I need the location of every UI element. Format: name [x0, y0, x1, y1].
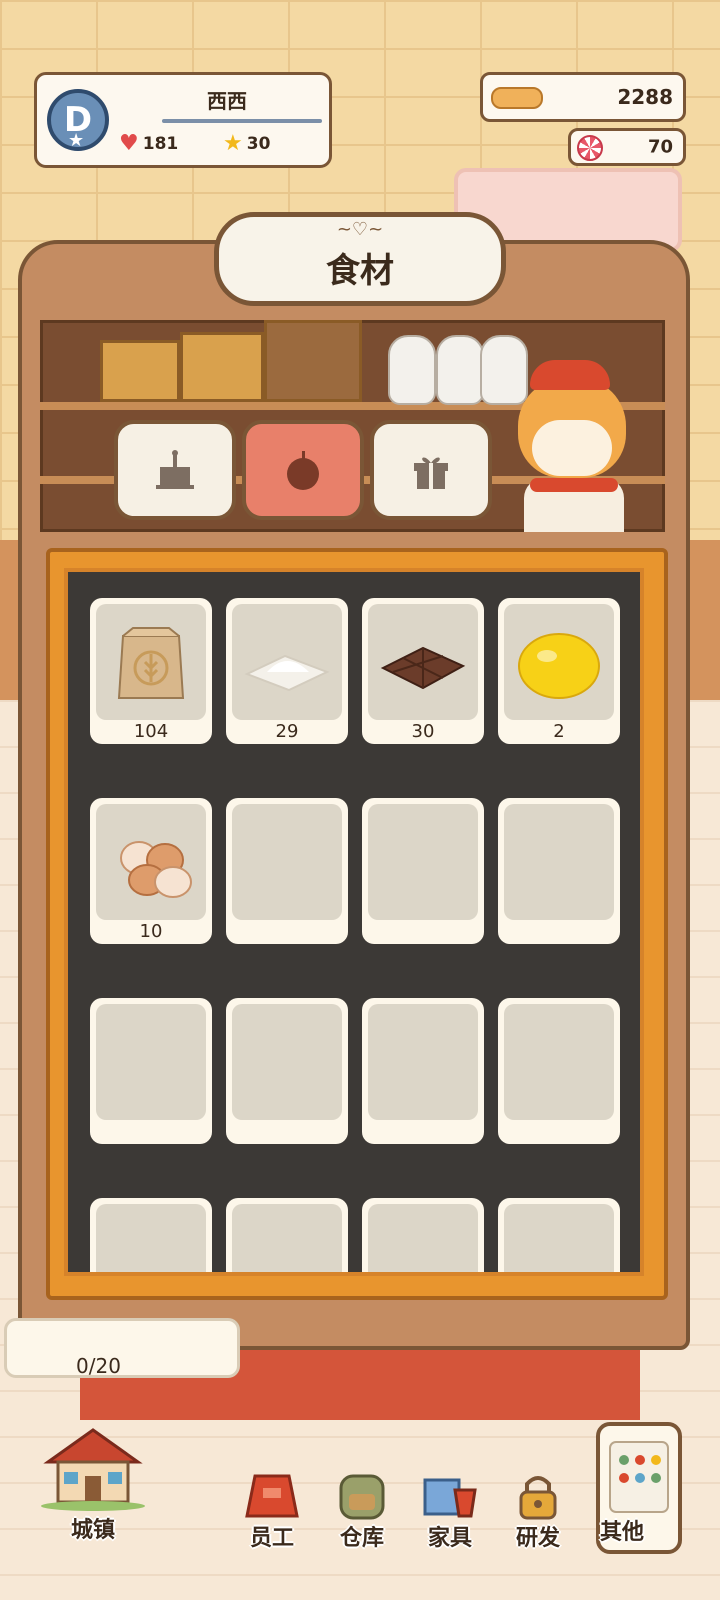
empty-slot[interactable] [498, 1198, 620, 1272]
empty-slot[interactable] [362, 798, 484, 944]
item-slot-inner [504, 1004, 614, 1120]
bone-count: 2288 [617, 85, 673, 109]
item-slot[interactable]: 104 [90, 598, 212, 744]
category-title-sign: ~♡~ 食材 [214, 212, 506, 306]
tab-ingredients[interactable] [242, 420, 364, 520]
item-slot[interactable]: 29 [226, 598, 348, 744]
crate [264, 320, 362, 402]
item-slot-inner [368, 804, 478, 920]
item-slot-inner [96, 604, 206, 720]
hearts-value: 181 [142, 133, 179, 154]
backpack-icon [339, 1474, 385, 1520]
item-slot-inner [232, 604, 342, 720]
heart-icon: ♥ [119, 131, 139, 156]
candy-count: 70 [647, 136, 673, 158]
item-count: 104 [133, 721, 169, 742]
lemon-icon [518, 633, 600, 699]
nav-other[interactable]: 其他 [596, 1422, 682, 1554]
eggs-icon [120, 841, 192, 898]
item-slot-inner [504, 804, 614, 920]
item-slot-inner [232, 1004, 342, 1120]
shiba-face [532, 420, 612, 476]
crate [180, 332, 264, 402]
nav-staff-label: 员工 [249, 1526, 294, 1551]
apple-icon [287, 451, 319, 490]
tab-desserts[interactable] [114, 420, 236, 520]
item-slot-inner [368, 604, 478, 720]
nav-furniture[interactable]: 家具 [408, 1470, 492, 1552]
flour-sack [480, 335, 528, 405]
empty-slot[interactable] [362, 1198, 484, 1272]
nav-research-label: 研发 [515, 1526, 560, 1551]
item-slot[interactable]: 10 [90, 798, 212, 944]
empty-slot[interactable] [226, 798, 348, 944]
flour-bag-icon [117, 627, 185, 699]
bone-icon [491, 87, 543, 109]
nav-town-label: 城镇 [70, 1518, 115, 1543]
nav-other-label: 其他 [600, 1520, 645, 1545]
sugar-icon [244, 654, 330, 692]
apron-icon [245, 1474, 299, 1518]
empty-slot[interactable] [498, 998, 620, 1144]
tab-gifts[interactable] [370, 420, 492, 520]
item-slot-inner [368, 1204, 478, 1272]
cake-icon [156, 450, 194, 489]
house-icon [41, 1428, 145, 1511]
item-slot-inner [232, 1204, 342, 1272]
player-profile-card[interactable]: D ★ 西西 ♥ 181 ★ 30 [34, 72, 332, 168]
item-slot-inner [368, 1004, 478, 1120]
capacity-text: 0/20 [76, 1354, 121, 1378]
item-slot-inner [232, 804, 342, 920]
hearts-stat: ♥ 181 [119, 131, 178, 156]
nav-furniture-label: 家具 [427, 1526, 472, 1551]
nav-warehouse-label: 仓库 [339, 1526, 384, 1551]
item-slot[interactable]: 2 [498, 598, 620, 744]
item-count: 30 [411, 721, 435, 742]
empty-slot[interactable] [498, 798, 620, 944]
item-slot-inner [96, 804, 206, 920]
bone-currency[interactable]: 2288 [480, 72, 686, 122]
paint-bucket-icon [423, 1478, 477, 1518]
item-slot-inner [504, 1204, 614, 1272]
empty-slot[interactable] [226, 998, 348, 1144]
flour-sack [388, 335, 436, 405]
gift-icon [414, 457, 448, 489]
candy-currency[interactable]: 70 [568, 128, 686, 166]
item-slot-inner [96, 1204, 206, 1272]
shiba-scarf [530, 478, 618, 492]
stars-value: 30 [246, 133, 271, 154]
nav-staff[interactable]: 员工 [230, 1470, 314, 1552]
empty-slot[interactable] [362, 998, 484, 1144]
lollipop-icon [577, 135, 603, 161]
item-count: 10 [139, 921, 163, 942]
ingredient-grid: 104 29 30 2 10 [64, 568, 644, 1276]
item-count: 29 [275, 721, 299, 742]
nav-research[interactable]: 研发 [496, 1470, 580, 1552]
item-count: 2 [553, 721, 565, 742]
crate [100, 340, 180, 402]
empty-slot[interactable] [90, 1198, 212, 1272]
name-underline [162, 119, 322, 123]
shiba-hat [530, 360, 610, 390]
page-title: 食材 [326, 251, 394, 291]
nav-warehouse[interactable]: 仓库 [320, 1470, 404, 1552]
lock-icon [519, 1476, 557, 1520]
stars-stat: ★ 30 [223, 131, 270, 156]
badge-star-icon: ★ [68, 130, 85, 151]
ornament-icon: ~♡~ [336, 219, 384, 240]
flour-sack [436, 335, 484, 405]
empty-slot[interactable] [90, 998, 212, 1144]
item-slot[interactable]: 30 [362, 598, 484, 744]
star-icon: ★ [223, 131, 243, 156]
chocolate-icon [380, 646, 466, 690]
player-name: 西西 [207, 89, 247, 113]
clipboard-icon [609, 1441, 669, 1513]
nav-town[interactable]: 城镇 [34, 1422, 152, 1544]
capacity-box [4, 1318, 240, 1378]
empty-slot[interactable] [226, 1198, 348, 1272]
item-slot-inner [504, 604, 614, 720]
item-slot-inner [96, 1004, 206, 1120]
